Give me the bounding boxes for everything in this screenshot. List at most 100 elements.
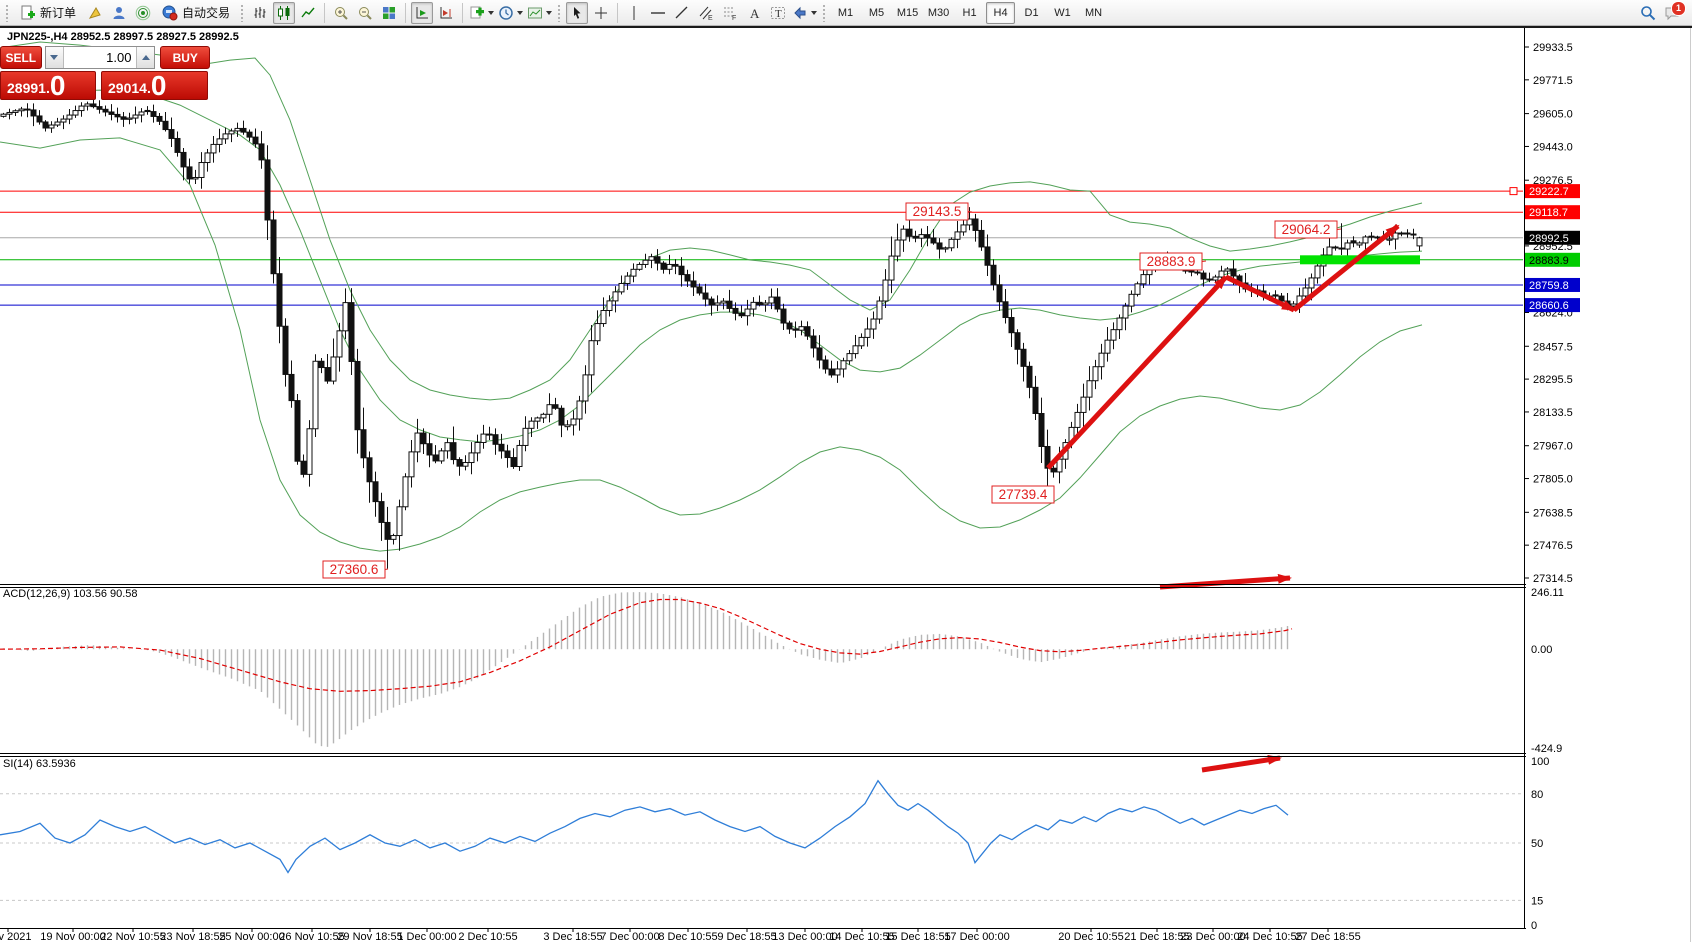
timeframe-D1[interactable]: D1: [1017, 2, 1046, 24]
timeframe-H1[interactable]: H1: [955, 2, 984, 24]
indicators-icon: [469, 5, 485, 21]
svg-text:27314.5: 27314.5: [1533, 573, 1573, 585]
svg-text:28992.5: 28992.5: [1529, 233, 1569, 245]
svg-text:F: F: [732, 15, 736, 21]
new-order-label: 新订单: [40, 4, 76, 21]
signal-icon: [135, 5, 151, 21]
auto-scroll-button[interactable]: [411, 2, 433, 24]
bar-chart-icon: [252, 5, 268, 21]
svg-text:246.11: 246.11: [1531, 587, 1564, 599]
svg-text:9 Dec 18:55: 9 Dec 18:55: [717, 931, 776, 942]
svg-text:27638.5: 27638.5: [1533, 507, 1573, 519]
svg-text:0: 0: [1531, 920, 1537, 932]
svg-text:17 Dec 00:00: 17 Dec 00:00: [944, 931, 1009, 942]
cursor-button[interactable]: [566, 2, 588, 24]
svg-text:15 Dec 18:55: 15 Dec 18:55: [885, 931, 950, 942]
toolbar-grip[interactable]: [822, 4, 827, 22]
timeframe-M5[interactable]: M5: [862, 2, 891, 24]
svg-text:25 Nov 00:00: 25 Nov 00:00: [219, 931, 284, 942]
channel-button[interactable]: E: [695, 2, 717, 24]
svg-text:20 Dec 10:55: 20 Dec 10:55: [1058, 931, 1123, 942]
zoom-in-button[interactable]: [330, 2, 352, 24]
svg-text:1 Dec 00:00: 1 Dec 00:00: [397, 931, 456, 942]
trendline-button[interactable]: [671, 2, 693, 24]
volume-decrease-button[interactable]: [46, 47, 64, 68]
search-icon[interactable]: [1640, 5, 1656, 21]
svg-text:A: A: [750, 6, 760, 21]
svg-text:29143.5: 29143.5: [913, 204, 962, 219]
channel-icon: E: [698, 5, 714, 21]
text-label-button[interactable]: T: [767, 2, 789, 24]
auto-trading-button[interactable]: 自动交易: [156, 2, 236, 24]
cursor-icon: [569, 5, 585, 21]
buy-price-big-digit: 0: [151, 73, 167, 98]
candlestick-chart-button[interactable]: [273, 2, 295, 24]
svg-text:E: E: [708, 15, 713, 21]
bar-chart-button[interactable]: [249, 2, 271, 24]
tile-windows-icon: [381, 5, 397, 21]
line-chart-icon: [300, 5, 316, 21]
triangle-up-icon: [142, 55, 150, 60]
notifications-button[interactable]: 1: [1664, 5, 1680, 21]
periods-button[interactable]: [497, 2, 524, 24]
line-chart-button[interactable]: [297, 2, 319, 24]
timeframe-W1[interactable]: W1: [1048, 2, 1077, 24]
svg-text:28660.6: 28660.6: [1529, 300, 1569, 312]
toolbar-grip[interactable]: [557, 4, 562, 22]
zoom-out-button[interactable]: [354, 2, 376, 24]
chart-window-button[interactable]: [84, 2, 106, 24]
sell-price-big-digit: 0: [50, 73, 66, 98]
toolbar-separator: [324, 3, 325, 23]
sell-price-display[interactable]: 28991.0: [0, 71, 96, 100]
svg-text:26 Nov 10:55: 26 Nov 10:55: [279, 931, 344, 942]
clock-icon: [498, 5, 514, 21]
horizontal-line-button[interactable]: [647, 2, 669, 24]
timeframe-group: M1M5M15M30H1H4D1W1MN: [830, 2, 1109, 24]
svg-text:19 Nov 00:00: 19 Nov 00:00: [40, 931, 105, 942]
new-order-icon: [20, 5, 36, 21]
timeframe-M1[interactable]: M1: [831, 2, 860, 24]
new-order-button[interactable]: 新订单: [14, 2, 82, 24]
template-icon: [527, 5, 543, 21]
profile-button[interactable]: [108, 2, 130, 24]
text-label-icon: T: [770, 5, 786, 21]
sell-price-main: 28991: [7, 78, 46, 98]
arrows-button[interactable]: [791, 2, 818, 24]
toolbar-right: 1: [1640, 5, 1690, 21]
toolbar-grip[interactable]: [240, 4, 245, 22]
svg-text:8 Dec 10:55: 8 Dec 10:55: [658, 931, 717, 942]
sell-button[interactable]: SELL: [0, 46, 42, 69]
svg-text:29222.7: 29222.7: [1529, 186, 1569, 198]
svg-text:27476.5: 27476.5: [1533, 540, 1573, 552]
vertical-line-icon: [626, 5, 642, 21]
timeframe-M30[interactable]: M30: [924, 2, 953, 24]
tile-windows-button[interactable]: [378, 2, 400, 24]
zoom-out-icon: [357, 5, 373, 21]
crosshair-button[interactable]: [590, 2, 612, 24]
dropdown-caret: [517, 11, 523, 15]
svg-text:-424.9: -424.9: [1531, 743, 1562, 755]
timeframe-M15[interactable]: M15: [893, 2, 922, 24]
indicators-button[interactable]: [468, 2, 495, 24]
candlestick-chart-icon: [276, 5, 292, 21]
timeframe-MN[interactable]: MN: [1079, 2, 1108, 24]
buy-price-display[interactable]: 29014.0: [101, 71, 208, 100]
buy-button[interactable]: BUY: [160, 46, 210, 69]
volume-input[interactable]: 1.00: [64, 47, 137, 68]
chart-canvas[interactable]: 29143.529064.228883.927739.427360.629933…: [0, 0, 1692, 942]
svg-text:80: 80: [1531, 789, 1543, 801]
timeframe-H4[interactable]: H4: [986, 2, 1015, 24]
svg-text:29443.0: 29443.0: [1533, 141, 1573, 153]
vertical-line-button[interactable]: [623, 2, 645, 24]
fibonacci-button[interactable]: F: [719, 2, 741, 24]
volume-increase-button[interactable]: [136, 47, 154, 68]
svg-text:7 Dec 00:00: 7 Dec 00:00: [600, 931, 659, 942]
signal-button[interactable]: [132, 2, 154, 24]
svg-text:23 Dec 00:00: 23 Dec 00:00: [1180, 931, 1245, 942]
dropdown-caret: [488, 11, 494, 15]
toolbar-grip[interactable]: [5, 4, 10, 22]
text-button[interactable]: A: [743, 2, 765, 24]
chart-shift-button[interactable]: [435, 2, 457, 24]
templates-button[interactable]: [526, 2, 553, 24]
triangle-down-icon: [50, 55, 58, 60]
